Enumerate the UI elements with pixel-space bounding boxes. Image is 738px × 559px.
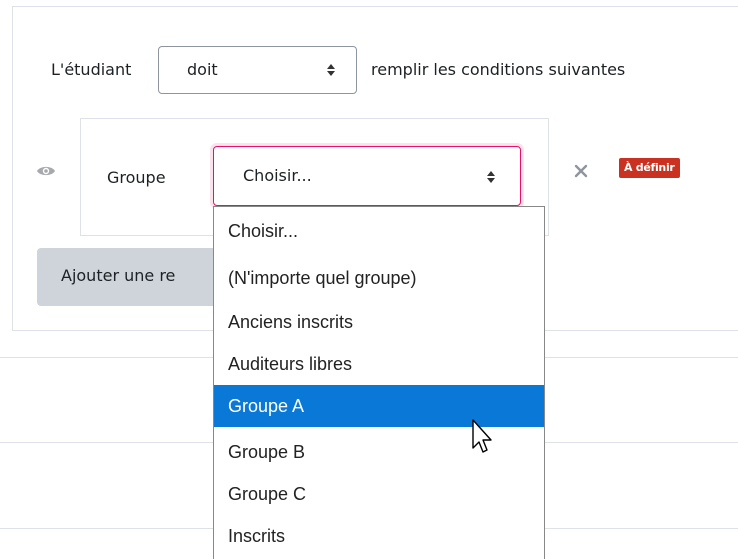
group-select-value: Choisir... bbox=[243, 166, 312, 185]
dropdown-option[interactable]: Auditeurs libres bbox=[214, 343, 544, 385]
dropdown-option[interactable]: Groupe C bbox=[214, 473, 544, 515]
must-select-value: doit bbox=[187, 60, 218, 79]
dropdown-option[interactable]: Anciens inscrits bbox=[214, 301, 544, 343]
must-select[interactable]: doit bbox=[158, 46, 357, 94]
eye-icon[interactable] bbox=[36, 164, 56, 178]
dropdown-option[interactable]: Choisir... bbox=[214, 210, 544, 252]
group-select[interactable]: Choisir... bbox=[213, 146, 521, 206]
add-restriction-button[interactable]: Ajouter une re bbox=[37, 248, 237, 306]
conditions-text: remplir les conditions suivantes bbox=[371, 60, 626, 79]
close-icon[interactable] bbox=[574, 164, 588, 178]
dropdown-option[interactable]: Inscrits bbox=[214, 515, 544, 557]
sort-updown-icon bbox=[487, 171, 495, 183]
sort-updown-icon bbox=[327, 64, 335, 76]
mouse-pointer-icon bbox=[472, 419, 492, 453]
dropdown-option[interactable]: (N'importe quel groupe) bbox=[214, 257, 544, 299]
availability-restrictions: L'étudiant doit remplir les conditions s… bbox=[0, 0, 738, 559]
status-badge: À définir bbox=[619, 158, 680, 178]
condition-type-label: Groupe bbox=[107, 168, 166, 187]
add-restriction-label: Ajouter une re bbox=[61, 266, 176, 285]
group-dropdown-list: Choisir... (N'importe quel groupe) Ancie… bbox=[213, 206, 545, 559]
student-label: L'étudiant bbox=[51, 60, 132, 79]
